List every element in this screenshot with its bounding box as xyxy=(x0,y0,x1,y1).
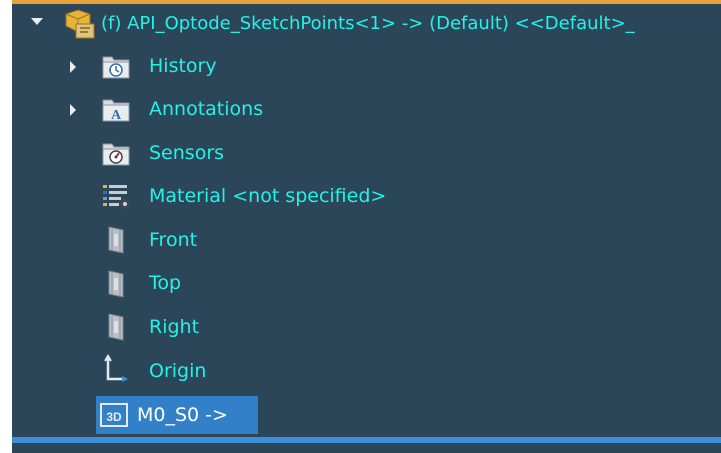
material-icon xyxy=(103,185,130,209)
tree-item-sensors[interactable]: Sensors xyxy=(149,134,224,172)
tree-item-material[interactable]: Material <not specified> xyxy=(149,177,386,215)
sensors-folder-icon xyxy=(102,143,130,166)
tree-item-top-plane[interactable]: Top xyxy=(149,264,181,302)
tree-item-label: Material <not specified> xyxy=(149,185,387,207)
tree-bottom-strip xyxy=(12,443,721,453)
tree-item-front-plane[interactable]: Front xyxy=(149,221,197,259)
annotations-folder-icon: A xyxy=(102,99,130,123)
plane-icon xyxy=(108,313,124,341)
3d-sketch-icon: 3D xyxy=(100,403,128,427)
tree-item-3d-sketch[interactable]: 3D M0_S0 -> xyxy=(96,396,258,434)
plane-icon xyxy=(108,226,124,254)
expand-arrow-icon[interactable] xyxy=(70,104,76,116)
feature-manager-tree: (f) API_Optode_SketchPoints<1> -> (Defau… xyxy=(0,0,721,453)
tree-item-label: History xyxy=(149,55,217,77)
tree-item-label: Front xyxy=(149,229,198,251)
collapse-arrow-icon[interactable] xyxy=(31,18,43,25)
tree-panel: History A Annotations Sensors Material <… xyxy=(12,44,721,437)
tree-item-label: M0_S0 -> xyxy=(137,404,228,426)
tree-item-origin[interactable]: Origin xyxy=(149,352,206,390)
root-part-row[interactable]: (f) API_Optode_SketchPoints<1> -> (Defau… xyxy=(12,0,721,44)
tree-item-label: Sensors xyxy=(149,142,225,164)
tree-item-label: Annotations xyxy=(149,98,264,120)
tree-item-history[interactable]: History xyxy=(149,47,217,85)
svg-text:A: A xyxy=(111,108,122,123)
tree-item-label: Right xyxy=(149,316,200,338)
root-part-label: (f) API_Optode_SketchPoints<1> -> (Defau… xyxy=(101,13,635,34)
svg-text:3D: 3D xyxy=(106,410,122,424)
history-folder-icon xyxy=(102,56,130,79)
plane-icon xyxy=(108,270,124,298)
tree-item-label: Origin xyxy=(149,360,207,382)
tree-item-annotations[interactable]: Annotations xyxy=(149,90,263,128)
tree-item-right-plane[interactable]: Right xyxy=(149,308,199,346)
part-icon xyxy=(65,9,95,39)
origin-icon xyxy=(104,354,128,382)
tree-item-label: Top xyxy=(149,272,182,294)
expand-arrow-icon[interactable] xyxy=(70,61,76,73)
